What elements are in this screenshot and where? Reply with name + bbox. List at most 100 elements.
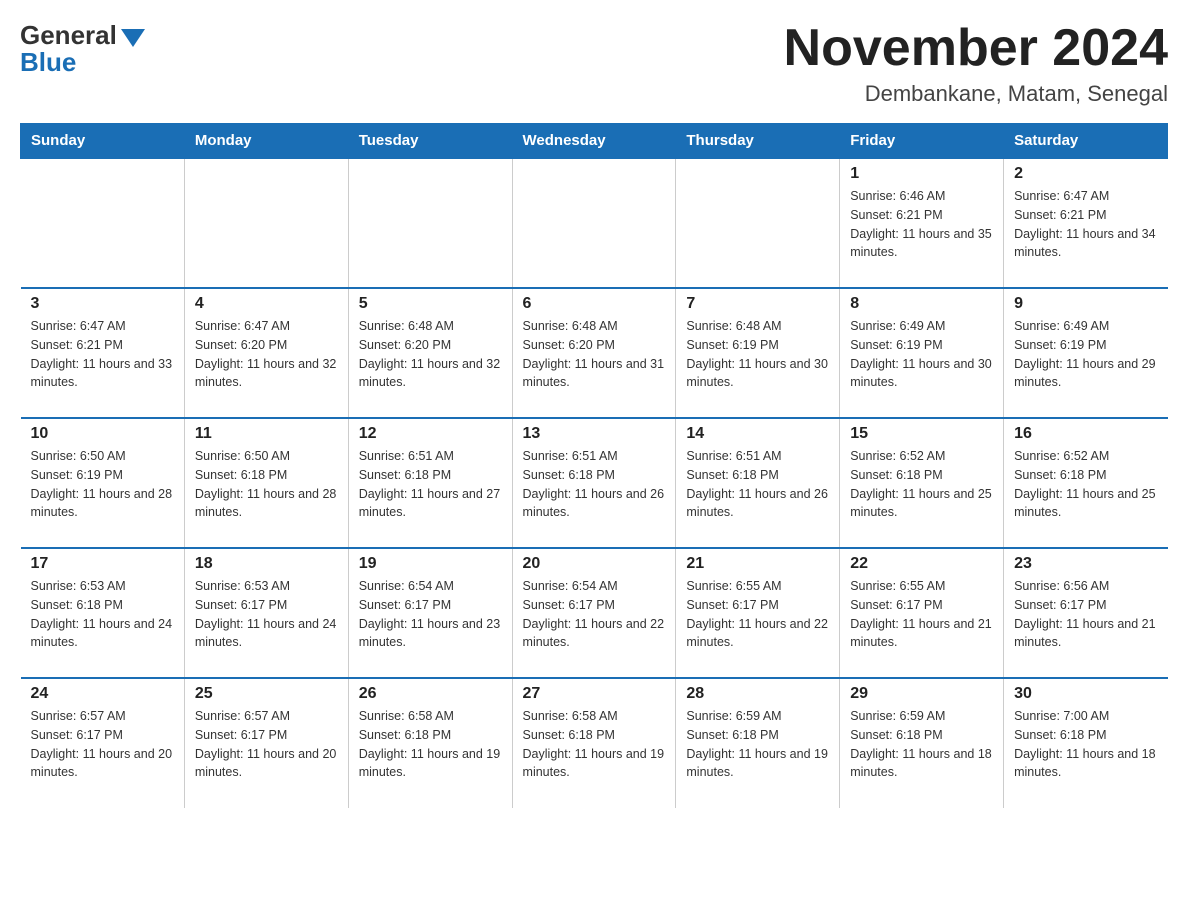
table-row: 24Sunrise: 6:57 AMSunset: 6:17 PMDayligh… bbox=[21, 678, 185, 808]
day-info: Sunrise: 6:51 AMSunset: 6:18 PMDaylight:… bbox=[359, 447, 502, 522]
logo: General Blue bbox=[20, 20, 145, 78]
table-row: 1 Sunrise: 6:46 AMSunset: 6:21 PMDaylight… bbox=[840, 158, 1004, 288]
day-info: Sunrise: 6:58 AMSunset: 6:18 PMDaylight:… bbox=[523, 707, 666, 782]
calendar-week-row: 3 Sunrise: 6:47 AMSunset: 6:21 PMDaylight… bbox=[21, 288, 1168, 418]
day-number: 25 bbox=[195, 685, 338, 703]
day-number: 7 bbox=[686, 295, 829, 313]
table-row: 3 Sunrise: 6:47 AMSunset: 6:21 PMDaylight… bbox=[21, 288, 185, 418]
calendar-header-row: Sunday Monday Tuesday Wednesday Thursday… bbox=[21, 124, 1168, 159]
calendar-week-row: 10 Sunrise: 6:50 AMSunset: 6:19 PMDayligh… bbox=[21, 418, 1168, 548]
table-row: 15 Sunrise: 6:52 AMSunset: 6:18 PMDayligh… bbox=[840, 418, 1004, 548]
day-info: Sunrise: 6:53 AMSunset: 6:18 PMDaylight:… bbox=[31, 577, 174, 652]
table-row: 7 Sunrise: 6:48 AMSunset: 6:19 PMDaylight… bbox=[676, 288, 840, 418]
day-number: 14 bbox=[686, 425, 829, 443]
header-wednesday: Wednesday bbox=[512, 124, 676, 159]
day-info: Sunrise: 6:47 AMSunset: 6:20 PMDaylight:… bbox=[195, 317, 338, 392]
table-row: 30Sunrise: 7:00 AMSunset: 6:18 PMDayligh… bbox=[1004, 678, 1168, 808]
table-row bbox=[21, 158, 185, 288]
day-number: 17 bbox=[31, 555, 174, 573]
table-row bbox=[676, 158, 840, 288]
day-info: Sunrise: 6:52 AMSunset: 6:18 PMDaylight:… bbox=[1014, 447, 1157, 522]
table-row bbox=[348, 158, 512, 288]
header-friday: Friday bbox=[840, 124, 1004, 159]
day-number: 15 bbox=[850, 425, 993, 443]
table-row: 23 Sunrise: 6:56 AMSunset: 6:17 PMDayligh… bbox=[1004, 548, 1168, 678]
day-info: Sunrise: 6:59 AMSunset: 6:18 PMDaylight:… bbox=[850, 707, 993, 782]
calendar-week-row: 17 Sunrise: 6:53 AMSunset: 6:18 PMDayligh… bbox=[21, 548, 1168, 678]
day-number: 22 bbox=[850, 555, 993, 573]
table-row: 22 Sunrise: 6:55 AMSunset: 6:17 PMDayligh… bbox=[840, 548, 1004, 678]
day-info: Sunrise: 6:48 AMSunset: 6:19 PMDaylight:… bbox=[686, 317, 829, 392]
day-number: 18 bbox=[195, 555, 338, 573]
table-row: 28Sunrise: 6:59 AMSunset: 6:18 PMDayligh… bbox=[676, 678, 840, 808]
day-info: Sunrise: 6:50 AMSunset: 6:19 PMDaylight:… bbox=[31, 447, 174, 522]
day-info: Sunrise: 6:47 AMSunset: 6:21 PMDaylight:… bbox=[1014, 187, 1157, 262]
logo-arrow-icon bbox=[121, 29, 145, 47]
day-number: 26 bbox=[359, 685, 502, 703]
day-number: 23 bbox=[1014, 555, 1157, 573]
table-row: 25 Sunrise: 6:57 AMSunset: 6:17 PMDayligh… bbox=[184, 678, 348, 808]
day-number: 12 bbox=[359, 425, 502, 443]
day-info: Sunrise: 6:57 AMSunset: 6:17 PMDaylight:… bbox=[31, 707, 174, 782]
table-row: 20 Sunrise: 6:54 AMSunset: 6:17 PMDayligh… bbox=[512, 548, 676, 678]
table-row: 9Sunrise: 6:49 AMSunset: 6:19 PMDaylight… bbox=[1004, 288, 1168, 418]
header-saturday: Saturday bbox=[1004, 124, 1168, 159]
day-number: 6 bbox=[523, 295, 666, 313]
day-info: Sunrise: 6:53 AMSunset: 6:17 PMDaylight:… bbox=[195, 577, 338, 652]
logo-blue-text: Blue bbox=[20, 47, 76, 78]
day-info: Sunrise: 6:54 AMSunset: 6:17 PMDaylight:… bbox=[523, 577, 666, 652]
page-header: General Blue November 2024 Dembankane, M… bbox=[20, 20, 1168, 107]
calendar-week-row: 1 Sunrise: 6:46 AMSunset: 6:21 PMDaylight… bbox=[21, 158, 1168, 288]
day-info: Sunrise: 6:50 AMSunset: 6:18 PMDaylight:… bbox=[195, 447, 338, 522]
day-info: Sunrise: 6:55 AMSunset: 6:17 PMDaylight:… bbox=[686, 577, 829, 652]
day-info: Sunrise: 6:55 AMSunset: 6:17 PMDaylight:… bbox=[850, 577, 993, 652]
table-row: 10 Sunrise: 6:50 AMSunset: 6:19 PMDayligh… bbox=[21, 418, 185, 548]
table-row: 13Sunrise: 6:51 AMSunset: 6:18 PMDayligh… bbox=[512, 418, 676, 548]
table-row: 11 Sunrise: 6:50 AMSunset: 6:18 PMDayligh… bbox=[184, 418, 348, 548]
day-info: Sunrise: 6:54 AMSunset: 6:17 PMDaylight:… bbox=[359, 577, 502, 652]
day-info: Sunrise: 6:51 AMSunset: 6:18 PMDaylight:… bbox=[523, 447, 666, 522]
table-row: 2 Sunrise: 6:47 AMSunset: 6:21 PMDaylight… bbox=[1004, 158, 1168, 288]
table-row: 17 Sunrise: 6:53 AMSunset: 6:18 PMDayligh… bbox=[21, 548, 185, 678]
table-row: 29Sunrise: 6:59 AMSunset: 6:18 PMDayligh… bbox=[840, 678, 1004, 808]
table-row: 16 Sunrise: 6:52 AMSunset: 6:18 PMDayligh… bbox=[1004, 418, 1168, 548]
table-row: 12 Sunrise: 6:51 AMSunset: 6:18 PMDayligh… bbox=[348, 418, 512, 548]
day-info: Sunrise: 6:51 AMSunset: 6:18 PMDaylight:… bbox=[686, 447, 829, 522]
calendar-table: Sunday Monday Tuesday Wednesday Thursday… bbox=[20, 123, 1168, 808]
day-info: Sunrise: 6:46 AMSunset: 6:21 PMDaylight:… bbox=[850, 187, 993, 262]
day-number: 28 bbox=[686, 685, 829, 703]
calendar-week-row: 24Sunrise: 6:57 AMSunset: 6:17 PMDayligh… bbox=[21, 678, 1168, 808]
day-info: Sunrise: 6:56 AMSunset: 6:17 PMDaylight:… bbox=[1014, 577, 1157, 652]
day-number: 20 bbox=[523, 555, 666, 573]
table-row: 5Sunrise: 6:48 AMSunset: 6:20 PMDaylight… bbox=[348, 288, 512, 418]
day-number: 27 bbox=[523, 685, 666, 703]
day-info: Sunrise: 6:58 AMSunset: 6:18 PMDaylight:… bbox=[359, 707, 502, 782]
day-number: 3 bbox=[31, 295, 174, 313]
header-sunday: Sunday bbox=[21, 124, 185, 159]
table-row bbox=[512, 158, 676, 288]
day-info: Sunrise: 7:00 AMSunset: 6:18 PMDaylight:… bbox=[1014, 707, 1157, 782]
day-info: Sunrise: 6:52 AMSunset: 6:18 PMDaylight:… bbox=[850, 447, 993, 522]
day-number: 21 bbox=[686, 555, 829, 573]
day-info: Sunrise: 6:49 AMSunset: 6:19 PMDaylight:… bbox=[1014, 317, 1157, 392]
table-row: 6 Sunrise: 6:48 AMSunset: 6:20 PMDaylight… bbox=[512, 288, 676, 418]
day-info: Sunrise: 6:47 AMSunset: 6:21 PMDaylight:… bbox=[31, 317, 174, 392]
day-info: Sunrise: 6:57 AMSunset: 6:17 PMDaylight:… bbox=[195, 707, 338, 782]
calendar-subtitle: Dembankane, Matam, Senegal bbox=[784, 81, 1168, 107]
day-number: 10 bbox=[31, 425, 174, 443]
day-number: 2 bbox=[1014, 165, 1157, 183]
table-row: 26 Sunrise: 6:58 AMSunset: 6:18 PMDayligh… bbox=[348, 678, 512, 808]
day-number: 1 bbox=[850, 165, 993, 183]
day-number: 11 bbox=[195, 425, 338, 443]
header-tuesday: Tuesday bbox=[348, 124, 512, 159]
title-area: November 2024 Dembankane, Matam, Senegal bbox=[784, 20, 1168, 107]
day-info: Sunrise: 6:48 AMSunset: 6:20 PMDaylight:… bbox=[523, 317, 666, 392]
table-row: 21 Sunrise: 6:55 AMSunset: 6:17 PMDayligh… bbox=[676, 548, 840, 678]
day-info: Sunrise: 6:49 AMSunset: 6:19 PMDaylight:… bbox=[850, 317, 993, 392]
day-number: 5 bbox=[359, 295, 502, 313]
day-number: 4 bbox=[195, 295, 338, 313]
table-row: 27 Sunrise: 6:58 AMSunset: 6:18 PMDayligh… bbox=[512, 678, 676, 808]
header-thursday: Thursday bbox=[676, 124, 840, 159]
table-row: 14 Sunrise: 6:51 AMSunset: 6:18 PMDayligh… bbox=[676, 418, 840, 548]
day-number: 16 bbox=[1014, 425, 1157, 443]
